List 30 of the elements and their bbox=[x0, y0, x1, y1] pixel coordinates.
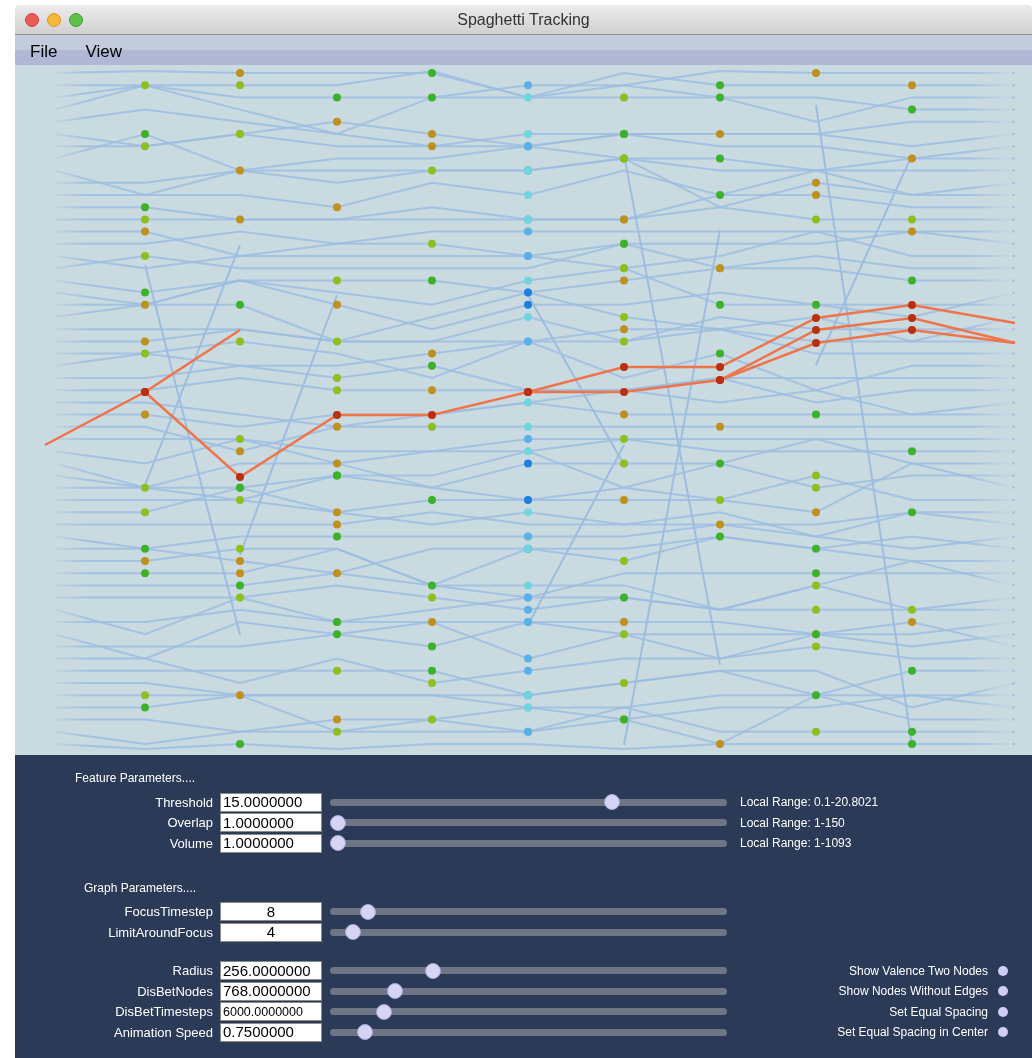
parameter-field[interactable]: 15.0000000 bbox=[220, 792, 322, 812]
menu-item[interactable]: File bbox=[30, 39, 58, 65]
option-label: Set Equal Spacing in Center bbox=[837, 1024, 988, 1042]
parameter-label: DisBetNodes bbox=[136, 982, 213, 1001]
parameter-field[interactable]: 8 bbox=[220, 902, 322, 922]
parameter-field[interactable]: 1.0000000 bbox=[220, 813, 322, 833]
parameter-field[interactable]: 256.0000000 bbox=[220, 961, 322, 981]
parameter-label: DisBetTimesteps bbox=[114, 1003, 213, 1021]
option-label: Show Valence Two Nodes bbox=[849, 962, 988, 980]
menu-item[interactable]: View bbox=[85, 39, 122, 65]
parameter-label: Radius bbox=[171, 962, 213, 980]
range-label: Local Range: 1-150 bbox=[740, 814, 845, 832]
window-title: Spaghetti Tracking bbox=[457, 9, 590, 30]
parameter-label: Threshold bbox=[154, 793, 213, 812]
parameter-label: Animation Speed bbox=[113, 1023, 213, 1042]
parameter-label: Volume bbox=[168, 834, 213, 853]
parameter-field[interactable]: 1.0000000 bbox=[220, 833, 322, 853]
parameter-field[interactable]: 4 bbox=[220, 922, 322, 942]
range-label: Local Range: 1-1093 bbox=[740, 835, 852, 853]
option-label: Set Equal Spacing bbox=[889, 1003, 988, 1021]
range-label: Local Range: 0.1-20.8021 bbox=[740, 794, 879, 812]
parameter-label: FocusTimestep bbox=[123, 903, 213, 921]
section-heading: Graph Parameters.... bbox=[84, 879, 197, 897]
parameter-label: Overlap bbox=[166, 814, 213, 832]
parameter-field[interactable]: 768.0000000 bbox=[220, 981, 322, 1001]
parameter-field[interactable]: 0.7500000 bbox=[220, 1022, 322, 1042]
option-label: Show Nodes Without Edges bbox=[838, 983, 988, 1001]
parameter-field[interactable]: 6000.0000000 bbox=[220, 1002, 322, 1022]
parameter-label: LimitAroundFocus bbox=[107, 923, 213, 942]
section-heading: Feature Parameters.... bbox=[75, 770, 196, 787]
